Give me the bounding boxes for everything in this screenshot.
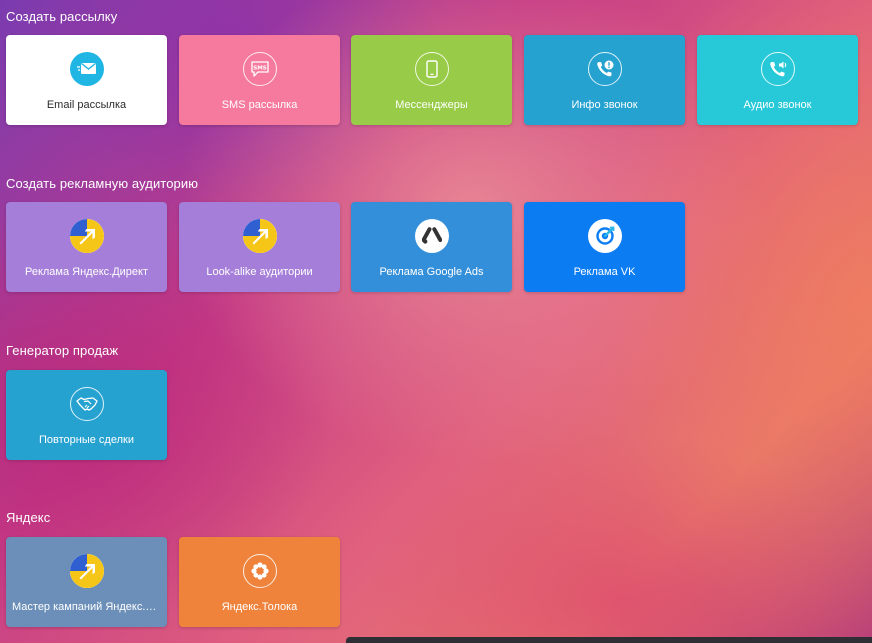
toloka-icon xyxy=(242,554,277,588)
tile-label: Реклама VK xyxy=(573,266,636,278)
section-title-create-mailing: Создать рассылку xyxy=(6,9,118,24)
yandex-direct-icon xyxy=(69,219,104,253)
section-title-yandex: Яндекс xyxy=(6,510,51,525)
tile-label: Повторные сделки xyxy=(39,434,134,446)
tile-repeat-deals[interactable]: Повторные сделки xyxy=(6,370,167,460)
tile-label: Look-alike аудитории xyxy=(206,266,313,278)
info-call-icon xyxy=(587,52,622,86)
tile-audio-call[interactable]: Аудио звонок xyxy=(697,35,858,125)
tile-label: Мастер кампаний Яндекс.Директ xyxy=(12,601,161,613)
tile-google-ads[interactable]: Реклама Google Ads xyxy=(351,202,512,292)
tile-yandex-toloka[interactable]: Яндекс.Толока xyxy=(179,537,340,627)
audio-call-icon xyxy=(760,52,795,86)
sms-icon: SMS xyxy=(242,52,277,86)
tile-label: Реклама Google Ads xyxy=(379,266,484,278)
tile-yandex-direct-ads[interactable]: Реклама Яндекс.Директ xyxy=(6,202,167,292)
vk-ads-icon xyxy=(587,219,622,253)
tile-vk-ads[interactable]: Реклама VK xyxy=(524,202,685,292)
tile-messengers[interactable]: Мессенджеры xyxy=(351,35,512,125)
tile-label: Email рассылка xyxy=(46,99,127,111)
smartphone-icon xyxy=(414,52,449,86)
google-ads-icon xyxy=(414,219,449,253)
yandex-direct-icon xyxy=(69,554,104,588)
tile-label: Инфо звонок xyxy=(571,99,638,111)
yandex-direct-icon xyxy=(242,219,277,253)
tile-look-alike-audiences[interactable]: Look-alike аудитории xyxy=(179,202,340,292)
tile-label: Яндекс.Толока xyxy=(221,601,298,613)
tile-label: Реклама Яндекс.Директ xyxy=(24,266,149,278)
tile-info-call[interactable]: Инфо звонок xyxy=(524,35,685,125)
tile-label: Мессенджеры xyxy=(395,99,468,111)
handshake-icon xyxy=(69,387,104,421)
bottom-window-edge xyxy=(346,637,872,643)
tile-label: Аудио звонок xyxy=(743,99,812,111)
email-icon xyxy=(69,52,104,86)
section-title-sales-generator: Генератор продаж xyxy=(6,343,119,358)
section-title-create-audience: Создать рекламную аудиторию xyxy=(6,176,199,191)
tile-label: SMS рассылка xyxy=(221,99,298,111)
tile-sms-mailing[interactable]: SMS SMS рассылка xyxy=(179,35,340,125)
svg-text:SMS: SMS xyxy=(253,66,267,72)
tile-email-mailing[interactable]: Email рассылка xyxy=(6,35,167,125)
tile-yandex-campaign-master[interactable]: Мастер кампаний Яндекс.Директ xyxy=(6,537,167,627)
